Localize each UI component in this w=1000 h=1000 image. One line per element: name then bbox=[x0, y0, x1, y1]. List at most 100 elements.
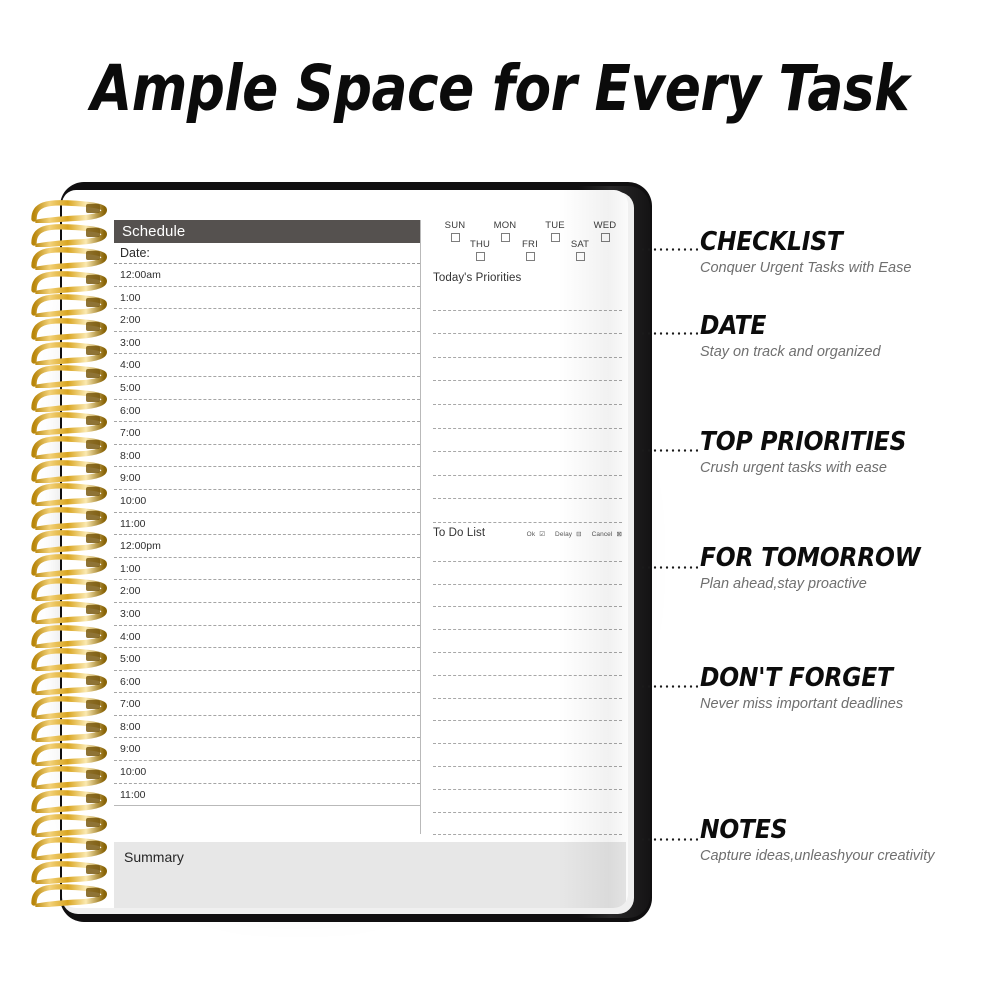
time-slot[interactable]: 5:00 bbox=[114, 648, 420, 671]
spiral-coil bbox=[28, 837, 112, 862]
leader-line bbox=[640, 685, 698, 688]
summary-label: Summary bbox=[124, 849, 184, 865]
time-slot[interactable]: 12:00am bbox=[114, 264, 420, 287]
weekday-sat[interactable]: SAT bbox=[564, 239, 596, 261]
annotation-title: TOP PRIORITIES bbox=[700, 427, 907, 457]
planner-sheet: Schedule Date: 12:00am 1:00 2:00 3:00 4:00 5:… bbox=[114, 220, 626, 908]
checkbox-icon[interactable] bbox=[550, 233, 560, 242]
spiral-coil bbox=[28, 766, 112, 792]
annotation-subtitle: Capture ideas,unleashyour creativity bbox=[700, 848, 935, 864]
spiral-coil bbox=[28, 483, 112, 508]
time-slot[interactable]: 10:00 bbox=[114, 490, 420, 513]
time-slot[interactable]: 11:00 bbox=[114, 784, 420, 807]
todo-line[interactable] bbox=[433, 607, 622, 631]
todo-header: To Do List Ok ☑ Delay ⊟ Cancel ⊠ bbox=[433, 527, 626, 539]
planner-page: Schedule Date: 12:00am 1:00 2:00 3:00 4:00 5:… bbox=[62, 190, 628, 908]
spiral-coil bbox=[28, 624, 112, 650]
spiral-coil bbox=[28, 388, 112, 414]
spiral-coil bbox=[28, 601, 112, 626]
time-slot[interactable]: 7:00 bbox=[114, 422, 420, 445]
weekday-thu[interactable]: THU bbox=[464, 239, 496, 261]
time-slot[interactable]: 6:00 bbox=[114, 671, 420, 694]
time-slot[interactable]: 8:00 bbox=[114, 445, 420, 468]
weekday-label: THU bbox=[469, 239, 491, 250]
annotation-top-priorities: TOP PRIORITIES Crush urgent tasks with ea… bbox=[700, 428, 906, 478]
time-slot[interactable]: 2:00 bbox=[114, 309, 420, 332]
annotation-title: DON'T FORGET bbox=[700, 663, 893, 693]
time-slot[interactable]: 12:00pm bbox=[114, 535, 420, 558]
priority-line[interactable] bbox=[433, 334, 622, 358]
time-slot[interactable]: 2:00 bbox=[114, 580, 420, 603]
time-slot[interactable]: 11:00 bbox=[114, 513, 420, 536]
weekday-fri[interactable]: FRI bbox=[514, 239, 546, 261]
priority-line[interactable] bbox=[433, 405, 622, 429]
time-slot[interactable]: 6:00 bbox=[114, 400, 420, 423]
checkbox-icon[interactable] bbox=[500, 233, 510, 242]
checkbox-icon[interactable] bbox=[475, 252, 485, 261]
priority-line[interactable] bbox=[433, 381, 622, 405]
todo-line[interactable] bbox=[433, 744, 622, 767]
todo-line[interactable] bbox=[433, 790, 622, 813]
priority-line[interactable] bbox=[433, 358, 622, 382]
priority-line[interactable] bbox=[433, 287, 622, 311]
time-slot[interactable]: 4:00 bbox=[114, 626, 420, 649]
spiral-coil bbox=[28, 341, 112, 367]
time-slot[interactable]: 10:00 bbox=[114, 761, 420, 784]
spiral-coil bbox=[28, 742, 112, 768]
checkbox-icon[interactable] bbox=[575, 252, 585, 261]
time-slot[interactable]: 3:00 bbox=[114, 603, 420, 626]
priority-line[interactable] bbox=[433, 311, 622, 335]
spiral-coil bbox=[28, 247, 112, 272]
todo-line[interactable] bbox=[433, 767, 622, 790]
time-slot[interactable]: 1:00 bbox=[114, 558, 420, 581]
time-slot[interactable]: 9:00 bbox=[114, 738, 420, 762]
annotation-subtitle: Never miss important deadlines bbox=[700, 696, 904, 712]
todo-line[interactable] bbox=[433, 539, 622, 562]
todo-legend: Ok ☑ Delay ⊟ Cancel ⊠ bbox=[519, 530, 622, 538]
todo-line[interactable] bbox=[433, 630, 622, 653]
priority-line[interactable] bbox=[433, 476, 622, 500]
todo-line[interactable] bbox=[433, 562, 622, 585]
checkbox-icon[interactable] bbox=[450, 233, 460, 242]
spiral-coil bbox=[28, 223, 112, 249]
spiral-coil bbox=[28, 577, 112, 603]
annotation-title: FOR TOMORROW bbox=[700, 543, 921, 573]
page-title: Ample Space for Every Task bbox=[90, 52, 910, 125]
spiral-coil bbox=[28, 790, 112, 815]
todo-lines bbox=[433, 539, 626, 836]
schedule-header: Schedule bbox=[114, 220, 420, 243]
leader-line bbox=[640, 449, 698, 452]
priority-line[interactable] bbox=[433, 452, 622, 476]
date-field[interactable]: Date: bbox=[114, 243, 420, 264]
todo-line[interactable] bbox=[433, 721, 622, 745]
todo-line[interactable] bbox=[433, 813, 622, 836]
time-slot[interactable]: 4:00 bbox=[114, 354, 420, 377]
time-slot-list: 12:00am 1:00 2:00 3:00 4:00 5:00 6:00 7:00 8:00 9… bbox=[114, 264, 420, 807]
priority-line[interactable] bbox=[433, 429, 622, 453]
summary-box[interactable]: Summary bbox=[114, 842, 626, 908]
annotation-notes: NOTES Capture ideas,unleashyour creativit… bbox=[700, 816, 935, 866]
checkbox-icon[interactable] bbox=[525, 252, 535, 261]
todo-line[interactable] bbox=[433, 585, 622, 608]
todo-line[interactable] bbox=[433, 699, 622, 722]
todo-line[interactable] bbox=[433, 676, 622, 699]
priority-line[interactable] bbox=[433, 499, 622, 523]
time-slot[interactable]: 1:00 bbox=[114, 287, 420, 310]
weekday-label: SUN bbox=[444, 220, 466, 231]
todo-line[interactable] bbox=[433, 653, 622, 676]
time-slot[interactable]: 3:00 bbox=[114, 332, 420, 355]
cancel-checkbox-icon: ⊠ bbox=[616, 530, 622, 538]
time-slot[interactable]: 9:00 bbox=[114, 467, 420, 490]
checkbox-icon[interactable] bbox=[600, 233, 610, 242]
annotation-subtitle: Plan ahead,stay proactive bbox=[700, 576, 867, 592]
weekday-checklist: SUN MON TUE WED THU FRI SAT bbox=[433, 220, 626, 266]
weekday-label: TUE bbox=[545, 220, 565, 231]
time-slot[interactable]: 5:00 bbox=[114, 377, 420, 400]
time-slot[interactable]: 8:00 bbox=[114, 716, 420, 739]
spiral-coil bbox=[28, 318, 112, 343]
right-column: SUN MON TUE WED THU FRI SAT Today's Priorities… bbox=[421, 220, 626, 836]
leader-line bbox=[640, 838, 698, 841]
weekday-label: WED bbox=[593, 220, 617, 231]
time-slot[interactable]: 7:00 bbox=[114, 693, 420, 716]
annotation-title: CHECKLIST bbox=[700, 227, 843, 257]
